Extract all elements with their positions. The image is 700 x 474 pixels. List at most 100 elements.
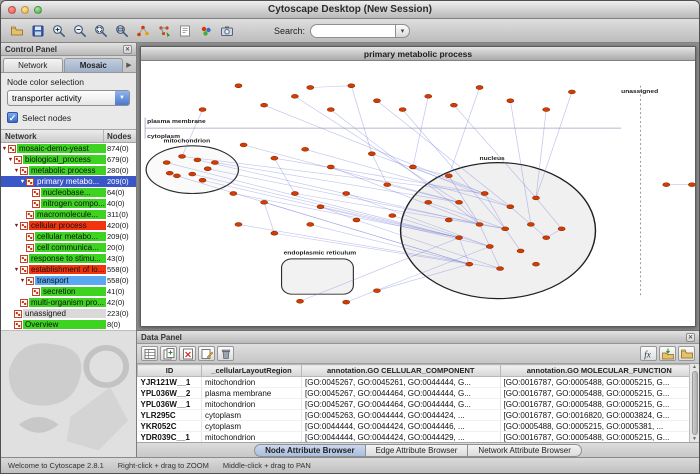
graph-node[interactable] — [291, 94, 298, 98]
tree-row[interactable]: ▼mosaic-demo-yeast874(0) — [1, 143, 136, 154]
graph-node[interactable] — [261, 200, 268, 204]
graph-node[interactable] — [189, 172, 196, 176]
tree-row[interactable]: Overview8(0) — [1, 319, 136, 330]
graph-node[interactable] — [327, 108, 334, 112]
table-column-header[interactable]: ID — [138, 365, 202, 377]
attribute-edit-icon[interactable] — [198, 346, 215, 361]
tree-row[interactable]: macromolecule...311(0) — [1, 209, 136, 220]
graph-node[interactable] — [343, 192, 350, 196]
graph-node[interactable] — [486, 245, 493, 249]
graph-node[interactable] — [527, 222, 534, 226]
expander-icon[interactable]: ▼ — [13, 168, 20, 174]
table-row[interactable]: YKR052Ccytoplasm[GO:0044444, GO:0044424,… — [138, 421, 699, 432]
annotation-icon[interactable] — [175, 21, 194, 40]
graph-node[interactable] — [543, 236, 550, 240]
graph-node[interactable] — [307, 222, 314, 226]
graph-node[interactable] — [466, 262, 473, 266]
graph-node[interactable] — [297, 299, 304, 303]
table-column-header[interactable]: annotation.GO MOLECULAR_FUNCTION — [500, 365, 699, 377]
window-titlebar[interactable]: Cytoscape Desktop (New Session) — [1, 1, 699, 19]
table-row[interactable]: YDR039C__1mitochondrion[GO:0044444, GO:0… — [138, 432, 699, 443]
tab-mosaic[interactable]: Mosaic — [64, 58, 124, 72]
graph-node[interactable] — [399, 108, 406, 112]
tree-row[interactable]: secretion41(0) — [1, 286, 136, 297]
graph-node[interactable] — [456, 236, 463, 240]
tree-row[interactable]: cell communica...20(0) — [1, 242, 136, 253]
graph-node[interactable] — [163, 161, 170, 165]
endoplasmic-reticulum-region[interactable] — [282, 259, 354, 294]
fx-icon[interactable]: fx — [640, 346, 657, 361]
minimize-button[interactable] — [21, 6, 29, 14]
tree-row[interactable]: unassigned223(0) — [1, 308, 136, 319]
tab-network-attribute-browser[interactable]: Network Attribute Browser — [468, 444, 581, 457]
graph-node[interactable] — [327, 165, 334, 169]
graph-node[interactable] — [235, 222, 242, 226]
data-panel-titlebar[interactable]: Data Panel ✕ — [137, 331, 699, 344]
save-session-icon[interactable] — [28, 21, 47, 40]
graph-node[interactable] — [373, 289, 380, 293]
graph-node[interactable] — [425, 94, 432, 98]
tree-row[interactable]: response to stimu...43(0) — [1, 253, 136, 264]
zoom-out-icon[interactable] — [70, 21, 89, 40]
expander-icon[interactable]: ▼ — [7, 157, 14, 163]
tree-row[interactable]: cellular metabo...209(0) — [1, 231, 136, 242]
attribute-select-icon[interactable] — [141, 346, 158, 361]
graph-node[interactable] — [389, 214, 396, 218]
graph-node[interactable] — [240, 143, 247, 147]
graph-node[interactable] — [179, 154, 186, 158]
tree-row[interactable]: ▼metabolic process280(0) — [1, 165, 136, 176]
tab-edge-attribute-browser[interactable]: Edge Attribute Browser — [366, 444, 469, 457]
vizmapper-icon[interactable] — [196, 21, 215, 40]
graph-node[interactable] — [302, 147, 309, 151]
graph-node[interactable] — [317, 205, 324, 209]
graph-node[interactable] — [558, 227, 565, 231]
zoom-selected-icon[interactable] — [91, 21, 110, 40]
table-scrollbar[interactable]: ▲ ▼ — [689, 364, 699, 442]
control-panel-titlebar[interactable]: Control Panel ✕ — [1, 43, 136, 56]
graph-node[interactable] — [271, 231, 278, 235]
graph-node[interactable] — [194, 158, 201, 162]
new-network-from-selection-icon[interactable] — [154, 21, 173, 40]
import-attributes-icon[interactable] — [659, 346, 676, 361]
tree-row[interactable]: ▼establishment of lo...558(0) — [1, 264, 136, 275]
graph-node[interactable] — [307, 86, 314, 90]
graph-node[interactable] — [663, 183, 670, 187]
graph-node[interactable] — [532, 196, 539, 200]
tabs-scroll-right-icon[interactable]: ▶ — [124, 61, 134, 72]
select-nodes-checkbox[interactable]: ✓ — [7, 112, 18, 123]
graph-node[interactable] — [173, 174, 180, 178]
control-panel-close-icon[interactable]: ✕ — [123, 45, 132, 54]
graph-node[interactable] — [261, 103, 268, 107]
close-button[interactable] — [8, 6, 16, 14]
tree-row[interactable]: ▼transport558(0) — [1, 275, 136, 286]
tree-row[interactable]: ▼primary metabo...209(0) — [1, 176, 136, 187]
graph-node[interactable] — [497, 267, 504, 271]
trash-icon[interactable] — [217, 346, 234, 361]
graph-node[interactable] — [384, 183, 391, 187]
zoom-in-icon[interactable] — [49, 21, 68, 40]
graph-node[interactable] — [211, 161, 218, 165]
graph-node[interactable] — [502, 227, 509, 231]
graph-node[interactable] — [445, 218, 452, 222]
table-row[interactable]: YLR295Ccytoplasm[GO:0045263, GO:0044444,… — [138, 410, 699, 421]
graph-node[interactable] — [481, 192, 488, 196]
graph-node[interactable] — [445, 174, 452, 178]
tab-node-attribute-browser[interactable]: Node Attribute Browser — [254, 444, 366, 457]
snapshot-icon[interactable] — [217, 21, 236, 40]
graph-node[interactable] — [235, 84, 242, 88]
graph-node[interactable] — [353, 218, 360, 222]
search-input[interactable] — [310, 24, 396, 38]
table-column-header[interactable]: _cellularLayoutRegion — [202, 365, 302, 377]
search-dropdown-icon[interactable]: ▾ — [396, 24, 410, 38]
graph-node[interactable] — [409, 165, 416, 169]
table-row[interactable]: YPL036W__1mitochondrion[GO:0045267, GO:0… — [138, 399, 699, 410]
graph-node[interactable] — [230, 192, 237, 196]
graph-node[interactable] — [348, 84, 355, 88]
tree-col-network[interactable]: Network — [1, 130, 104, 142]
graph-node[interactable] — [456, 200, 463, 204]
tab-network[interactable]: Network — [3, 58, 63, 72]
open-folder-icon[interactable] — [678, 346, 695, 361]
scroll-down-icon[interactable]: ▼ — [692, 436, 697, 442]
attribute-delete-icon[interactable] — [179, 346, 196, 361]
graph-node[interactable] — [199, 108, 206, 112]
